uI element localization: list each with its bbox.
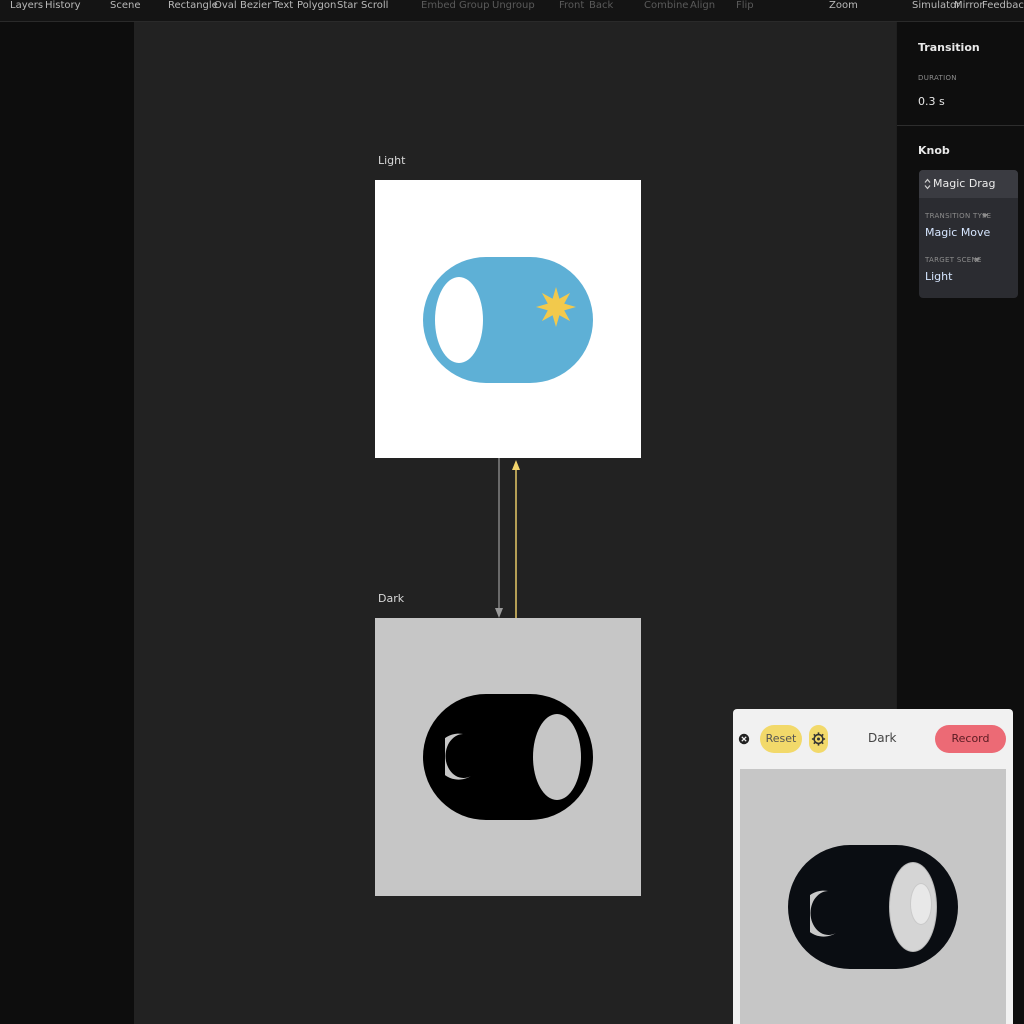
knob-trigger-label: Magic Drag bbox=[933, 177, 996, 190]
sun-icon bbox=[536, 287, 576, 327]
toolbar-bezier[interactable]: Bezier bbox=[240, 0, 271, 12]
target-scene-dropdown-icon bbox=[974, 258, 980, 262]
duration-value[interactable]: 0.3 s bbox=[918, 95, 945, 108]
layers-sidebar bbox=[0, 22, 134, 1024]
scene-label-dark[interactable]: Dark bbox=[378, 592, 404, 605]
connector-down-arrow bbox=[495, 608, 503, 618]
knob-highlight bbox=[910, 883, 932, 925]
top-toolbar: Layers History Scene Rectangle Oval Bezi… bbox=[0, 0, 1024, 22]
toolbar-align[interactable]: Align bbox=[690, 0, 715, 12]
toggle-knob[interactable] bbox=[533, 714, 581, 800]
transition-type-dropdown-icon bbox=[982, 214, 988, 218]
updown-chevron-icon bbox=[924, 178, 931, 190]
gear-icon bbox=[811, 732, 826, 746]
preview-window: Reset Dark Record bbox=[733, 709, 1013, 1024]
toolbar-ungroup[interactable]: Ungroup bbox=[492, 0, 535, 12]
scene-light[interactable] bbox=[375, 180, 641, 458]
moon-icon bbox=[810, 890, 836, 937]
scene-label-light[interactable]: Light bbox=[378, 154, 405, 167]
toolbar-scroll[interactable]: Scroll bbox=[361, 0, 388, 12]
settings-button[interactable] bbox=[809, 725, 828, 753]
close-icon[interactable] bbox=[738, 732, 750, 746]
transition-type-value[interactable]: Magic Move bbox=[925, 226, 990, 239]
toolbar-feedback[interactable]: Feedback bbox=[982, 0, 1024, 12]
target-scene-value[interactable]: Light bbox=[925, 270, 952, 283]
inspector-divider bbox=[897, 125, 1024, 126]
toolbar-combine[interactable]: Combine bbox=[644, 0, 688, 12]
toolbar-group[interactable]: Group bbox=[459, 0, 489, 12]
toggle-track-dark[interactable] bbox=[423, 694, 593, 820]
toggle-knob[interactable] bbox=[435, 277, 483, 363]
toolbar-star[interactable]: Star bbox=[337, 0, 358, 12]
knob-title: Knob bbox=[918, 144, 950, 157]
toolbar-embed[interactable]: Embed bbox=[421, 0, 456, 12]
reset-button[interactable]: Reset bbox=[760, 725, 802, 753]
toolbar-front[interactable]: Front bbox=[559, 0, 584, 12]
connector-up-arrow bbox=[512, 460, 520, 470]
knob-interaction-card[interactable]: Magic Drag TRANSITION TYPE Magic Move TA… bbox=[919, 170, 1018, 298]
duration-label: DURATION bbox=[918, 74, 957, 82]
knob-trigger-row[interactable]: Magic Drag bbox=[919, 170, 1018, 198]
transition-title: Transition bbox=[918, 41, 980, 54]
toolbar-zoom[interactable]: Zoom bbox=[829, 0, 858, 12]
preview-stage[interactable] bbox=[740, 769, 1006, 1024]
preview-toggle-track[interactable] bbox=[788, 845, 958, 969]
record-button[interactable]: Record bbox=[935, 725, 1006, 753]
toolbar-flip[interactable]: Flip bbox=[736, 0, 754, 12]
scene-dark[interactable] bbox=[375, 618, 641, 896]
preview-scene-name: Dark bbox=[868, 731, 897, 745]
toolbar-polygon[interactable]: Polygon bbox=[297, 0, 336, 12]
toolbar-layers[interactable]: Layers bbox=[10, 0, 43, 12]
preview-toggle-knob[interactable] bbox=[889, 862, 937, 952]
toggle-track-light[interactable] bbox=[423, 257, 593, 383]
toolbar-back[interactable]: Back bbox=[589, 0, 613, 12]
toolbar-mirror[interactable]: Mirror bbox=[954, 0, 983, 12]
toolbar-rectangle[interactable]: Rectangle bbox=[168, 0, 218, 12]
toolbar-oval[interactable]: Oval bbox=[214, 0, 237, 12]
toolbar-text[interactable]: Text bbox=[273, 0, 293, 12]
toolbar-history[interactable]: History bbox=[45, 0, 81, 12]
toolbar-scene[interactable]: Scene bbox=[110, 0, 141, 12]
moon-icon bbox=[445, 733, 471, 780]
